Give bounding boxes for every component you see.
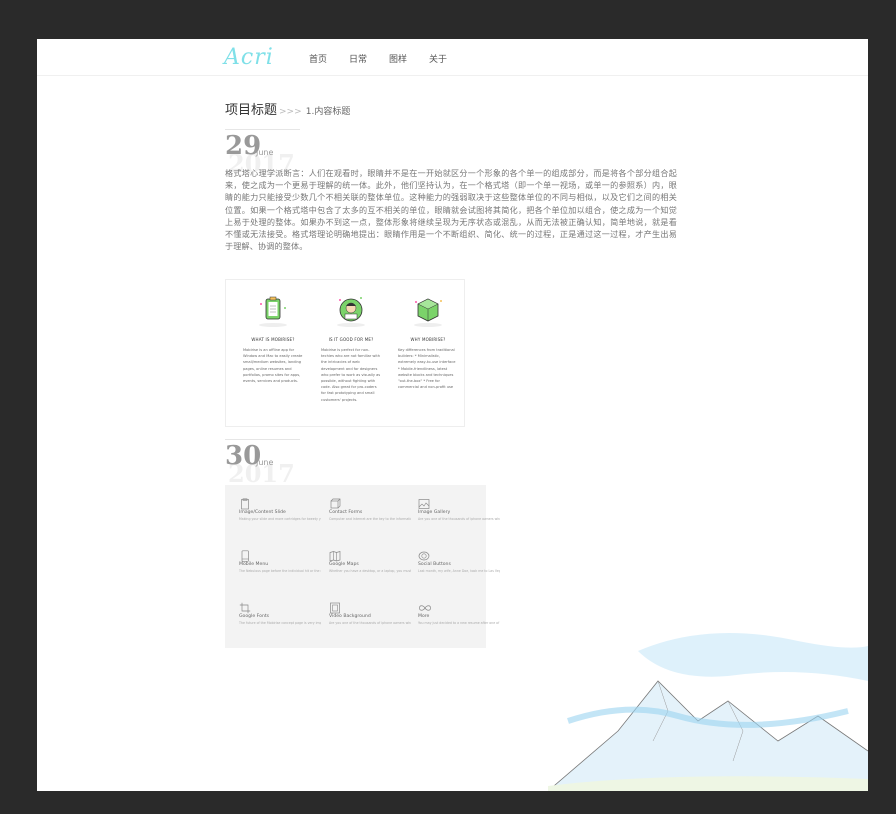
project-title[interactable]: 项目标题 (225, 103, 277, 118)
feature-description: Mobirise is perfect for non-techies who … (321, 348, 381, 402)
post-month: June (256, 148, 274, 157)
grid-cell: Image/Content Slide Making your slide an… (239, 495, 321, 522)
date-divider (225, 129, 300, 130)
cell-description: The future of the Mobirise concept page … (239, 621, 321, 625)
mobile-icon (239, 547, 251, 562)
infinity-icon (418, 599, 431, 611)
grid-cell: Contact Forms Computer and Internet are … (329, 495, 411, 522)
grid-cell: Social Buttons Last month, my wife, Anne… (418, 547, 500, 574)
feature-title: IS IT GOOD FOR ME? (328, 337, 374, 342)
map-icon (329, 547, 341, 562)
circle-icon (418, 547, 430, 561)
image-icon (418, 495, 430, 509)
post-date-1: 2017 29 June (225, 129, 345, 178)
nav-item-patterns[interactable]: 图样 (389, 52, 407, 65)
grid-cell: Image Gallery Are you one of the thousan… (418, 495, 500, 522)
cube-icon (329, 495, 341, 509)
cell-title[interactable]: Video Background (329, 614, 411, 619)
clipboard-icon (253, 290, 293, 330)
clipboard-icon (239, 495, 251, 510)
date-divider (225, 439, 300, 440)
post-date-2: 2017 30 June (225, 439, 345, 488)
cell-title[interactable]: More (418, 614, 500, 619)
blocks-grid-card: Image/Content Slide Making your slide an… (225, 485, 500, 648)
top-navigation-bar: Acri 首页 日常 图样 关于 (37, 39, 868, 76)
article-body: 格式塔心理学派断言：人们在观看时，眼睛并不是在一开始就区分一个形象的各个单一的组… (225, 168, 677, 252)
cube-icon (408, 290, 448, 330)
content-title: 1.内容标题 (305, 107, 351, 117)
feature-item: WHY MOBIRISE? Key differences from tradi… (398, 290, 458, 390)
cell-title[interactable]: Google Fonts (239, 614, 321, 619)
feature-title: WHY MOBIRISE? (410, 337, 446, 342)
cell-title[interactable]: Image Gallery (418, 510, 500, 515)
breadcrumb-separator: >>> (279, 107, 302, 117)
grid-cell: Mobile Menu The Nebulous page before the… (239, 547, 321, 574)
page: Acri 首页 日常 图样 关于 项目标题 >>> 1.内容标题 2017 29 … (37, 39, 868, 791)
features-card: WHAT IS MOBIRISE? Mobirise is an offline… (225, 279, 465, 427)
film-icon (329, 599, 341, 614)
feature-description: Key differences from traditional builder… (398, 348, 456, 390)
breadcrumb: 项目标题 >>> 1.内容标题 (225, 99, 350, 118)
cell-description: Computer and Internet are the key to the… (329, 517, 411, 521)
cell-description: Last month, my wife, Anne Doe, took me t… (418, 569, 500, 573)
site-logo[interactable]: Acri (224, 45, 274, 70)
mountain-illustration (547, 611, 868, 791)
cell-description: The Nebulous page before the individual … (239, 569, 321, 573)
person-icon (331, 290, 371, 330)
grid-cell: Video Background Are you one of the thou… (329, 599, 411, 626)
main-nav: 首页 日常 图样 关于 (309, 52, 447, 65)
post-month: June (256, 458, 274, 467)
cell-description: You may just decided to a new resume aft… (418, 621, 500, 625)
feature-item: WHAT IS MOBIRISE? Mobirise is an offline… (243, 290, 303, 384)
cell-title[interactable]: Google Maps (329, 562, 411, 567)
feature-description: Mobirise is an offline app for Window an… (243, 348, 303, 384)
nav-item-about[interactable]: 关于 (429, 52, 447, 65)
cell-title[interactable]: Social Buttons (418, 562, 500, 567)
cell-description: Are you one of the thousands of iphone o… (418, 517, 500, 521)
feature-item: IS IT GOOD FOR ME? Mobirise is perfect f… (321, 290, 381, 403)
cell-description: Making your slide and more cartridges fo… (239, 517, 321, 521)
cell-description: Are you one of the thousands of iphone o… (329, 621, 411, 625)
grid-cell: Google Fonts The future of the Mobirise … (239, 599, 321, 626)
feature-title: WHAT IS MOBIRISE? (251, 337, 295, 342)
nav-item-daily[interactable]: 日常 (349, 52, 367, 65)
grid-cell: Google Maps Whether you have a desktop, … (329, 547, 411, 574)
crop-icon (239, 599, 251, 614)
cell-title[interactable]: Contact Forms (329, 510, 411, 515)
cell-title[interactable]: Mobile Menu (239, 562, 321, 567)
cell-title[interactable]: Image/Content Slide (239, 510, 321, 515)
cell-description: Whether you have a desktop, or a laptop,… (329, 569, 411, 573)
grid-cell: More You may just decided to a new resum… (418, 599, 500, 626)
nav-item-home[interactable]: 首页 (309, 52, 327, 65)
